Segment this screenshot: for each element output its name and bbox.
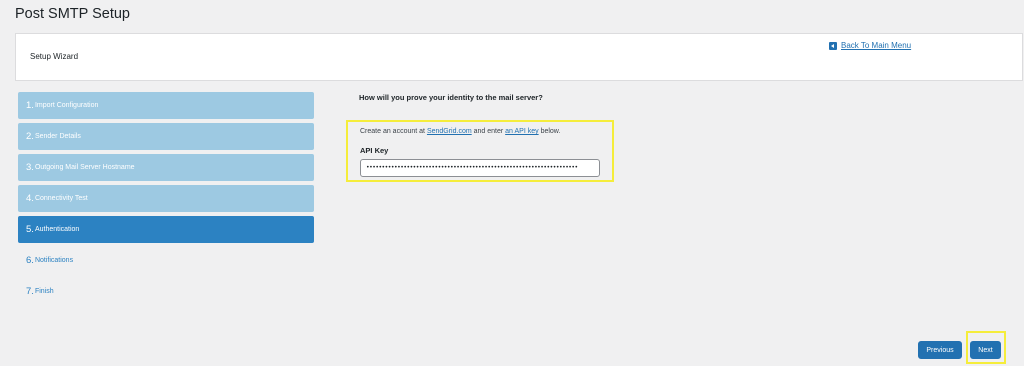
step-label: Finish [34, 288, 54, 295]
previous-button[interactable]: Previous [918, 341, 962, 359]
step-notifications[interactable]: 6. Notifications [18, 247, 314, 274]
auth-question: How will you prove your identity to the … [359, 93, 543, 102]
page-title: Post SMTP Setup [15, 6, 130, 22]
step-authentication[interactable]: 5. Authentication [18, 216, 314, 243]
step-number: 6. [26, 255, 34, 266]
step-label: Sender Details [34, 133, 81, 140]
back-arrow-icon [829, 41, 837, 50]
step-outgoing-mail-server-hostname[interactable]: 3. Outgoing Mail Server Hostname [18, 154, 314, 181]
create-prefix: Create an account at [360, 128, 427, 135]
step-label: Import Configuration [34, 102, 99, 109]
create-middle: and enter [471, 128, 506, 135]
step-number: 5. [26, 224, 34, 235]
step-number: 1. [26, 100, 34, 111]
step-label: Outgoing Mail Server Hostname [34, 164, 135, 171]
step-number: 3. [26, 162, 34, 173]
sendgrid-link[interactable]: SendGrid.com [427, 128, 472, 135]
api-key-label: API Key [360, 146, 389, 155]
step-label: Authentication [34, 226, 80, 233]
step-sender-details[interactable]: 2. Sender Details [18, 123, 314, 150]
next-button[interactable]: Next [970, 341, 1001, 359]
api-key-input[interactable]: ••••••••••••••••••••••••••••••••••••••••… [360, 159, 600, 177]
wizard-title: Setup Wizard [30, 52, 79, 61]
wizard-page: Post SMTP Setup Setup Wizard Back To Mai… [0, 0, 1024, 366]
step-finish[interactable]: 7. Finish [18, 278, 314, 305]
step-label: Connectivity Test [34, 195, 88, 202]
wizard-header: Setup Wizard Back To Main Menu [15, 33, 1023, 81]
step-import-configuration[interactable]: 1. Import Configuration [18, 92, 314, 119]
steps-list: 1. Import Configuration 2. Sender Detail… [18, 92, 314, 309]
step-number: 4. [26, 193, 34, 204]
step-connectivity-test[interactable]: 4. Connectivity Test [18, 185, 314, 212]
create-suffix: below. [538, 128, 561, 135]
step-number: 7. [26, 286, 34, 297]
step-label: Notifications [34, 257, 74, 264]
back-link-label: Back To Main Menu [841, 41, 912, 50]
step-number: 2. [26, 131, 34, 142]
create-account-text: Create an account at SendGrid.com and en… [360, 128, 560, 135]
api-key-link[interactable]: an API key [505, 128, 538, 135]
back-to-main-menu-link[interactable]: Back To Main Menu [829, 41, 911, 50]
